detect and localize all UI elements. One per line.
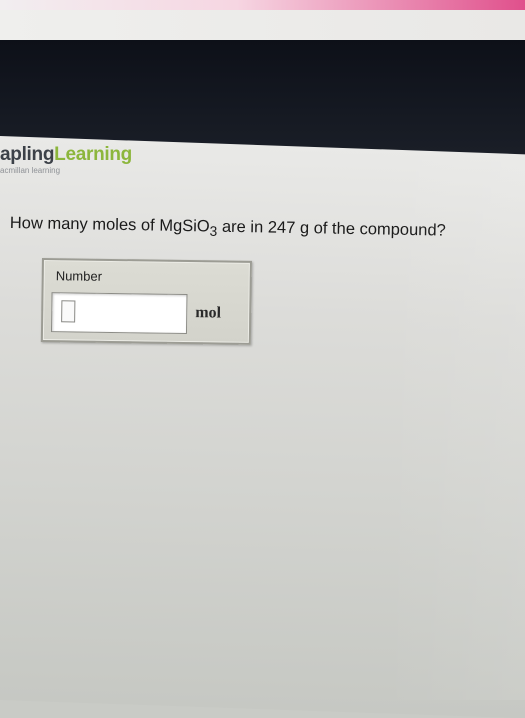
brand-name: aplingLearning: [0, 144, 132, 166]
question-suffix: are in 247 g of the compound?: [217, 217, 446, 240]
number-input[interactable]: [51, 293, 187, 334]
top-browser-strip: [0, 10, 525, 40]
top-accent-bar: [0, 0, 525, 10]
brand-name-part1: apling: [0, 144, 55, 165]
brand-subtitle: acmillan learning: [0, 166, 61, 175]
unit-label: mol: [195, 304, 222, 322]
answer-panel: Number mol: [40, 258, 252, 345]
brand-logo: aplingLearning acmillan learning: [0, 144, 132, 175]
number-label: Number: [55, 268, 103, 284]
answer-input-box[interactable]: [50, 292, 188, 335]
brand-name-part2: Learning: [54, 144, 132, 165]
question-prefix: How many moles of MgSiO: [9, 214, 210, 236]
question-subscript: 3: [209, 223, 218, 239]
